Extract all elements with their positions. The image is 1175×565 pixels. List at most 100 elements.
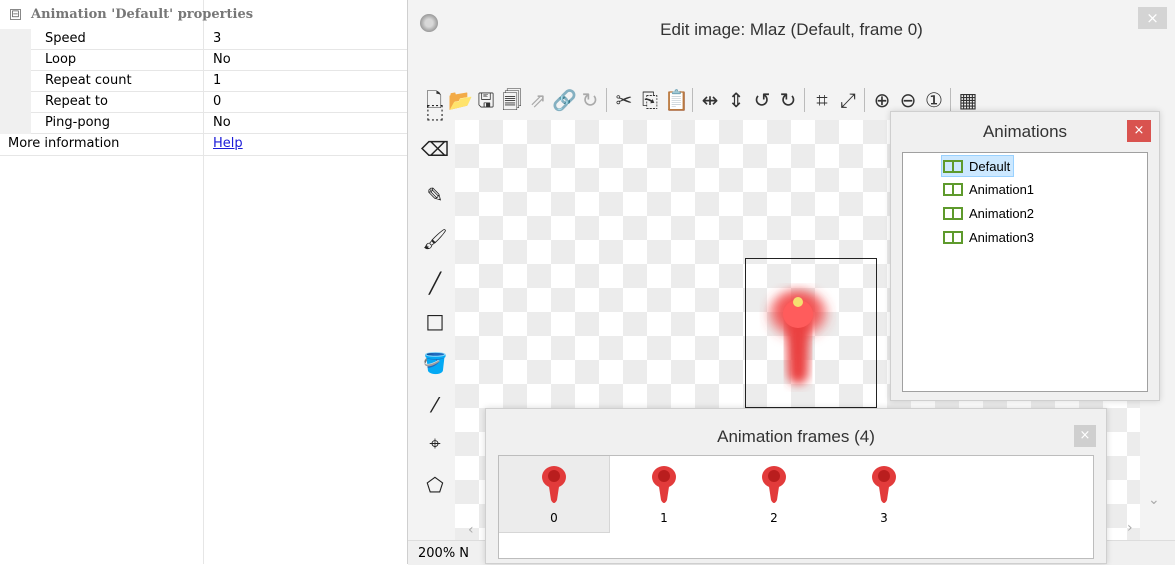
eraser-icon[interactable]: ⌫ <box>420 134 450 164</box>
crop-icon[interactable]: ⌗ <box>810 86 834 114</box>
rotate-right-icon[interactable]: ↻ <box>776 86 800 114</box>
property-key: Repeat to <box>45 94 108 109</box>
editor-titlebar[interactable]: Edit image: Mlaz (Default, frame 0) × <box>408 0 1175 46</box>
animation-label: Default <box>969 158 1011 174</box>
select-icon[interactable]: ⬚ <box>420 96 450 126</box>
row-gutter <box>0 29 31 50</box>
brush-icon[interactable]: 🖌 <box>420 224 450 254</box>
rotate-left-icon[interactable]: ↺ <box>750 86 774 114</box>
flip-horizontal-icon[interactable]: ⇹ <box>698 86 722 114</box>
toolbar-separator <box>864 88 865 112</box>
copy-icon[interactable]: ⎘ <box>638 86 662 114</box>
scroll-down-icon[interactable]: ⌄ <box>1148 492 1160 508</box>
property-value[interactable]: 3 <box>213 31 221 46</box>
toolbar-separator <box>606 88 607 112</box>
toolbar-separator <box>950 88 951 112</box>
zoom-in-icon[interactable]: ⊕ <box>870 86 894 114</box>
animation-icon <box>943 230 963 244</box>
editor-title: Edit image: Mlaz (Default, frame 0) <box>660 20 923 39</box>
animations-title: Animations <box>982 122 1068 141</box>
property-key: Repeat count <box>45 73 132 88</box>
frame-sprite <box>542 466 566 503</box>
flip-vertical-icon[interactable]: ⇕ <box>724 86 748 114</box>
property-value[interactable]: 1 <box>213 73 221 88</box>
animations-window: Animations × Default Animation1 Animatio… <box>890 111 1160 401</box>
property-row-repeat-to[interactable]: Repeat to 0 <box>0 92 407 113</box>
fill-icon[interactable]: 🪣 <box>420 348 450 378</box>
property-value[interactable]: No <box>213 115 231 130</box>
property-row-more-information: More information Help <box>0 134 407 156</box>
property-key: Ping-pong <box>45 115 111 130</box>
hotspot-icon[interactable]: ⌖ <box>420 428 450 458</box>
property-row-loop[interactable]: Loop No <box>0 50 407 71</box>
animation-frames-window: Animation frames (4) × 0 1 2 3 <box>485 408 1107 564</box>
property-row-speed[interactable]: Speed 3 <box>0 29 407 50</box>
animation-item-default[interactable]: Default <box>941 155 1015 177</box>
animations-close-button[interactable]: × <box>1127 120 1151 142</box>
frames-close-button[interactable]: × <box>1074 425 1096 447</box>
animations-list: Default Animation1 Animation2 Animation3 <box>902 152 1148 392</box>
save-as-icon[interactable]: 🗐 <box>500 86 524 114</box>
link-icon[interactable]: 🔗 <box>552 86 577 114</box>
help-link[interactable]: Help <box>213 136 243 151</box>
animation-icon <box>943 206 963 220</box>
zoom-reset-icon[interactable]: ① <box>922 86 946 114</box>
frame-sprite <box>872 466 896 503</box>
frame-thumbnail[interactable]: 1 <box>609 456 719 532</box>
animation-icon <box>943 182 963 196</box>
row-gutter <box>0 71 31 92</box>
export-icon[interactable]: ⇗ <box>526 86 550 114</box>
frames-title: Animation frames (4) <box>717 427 875 446</box>
properties-header[interactable]: ⊟ Animation 'Default' properties <box>0 0 407 29</box>
line-icon[interactable]: ╱ <box>420 268 450 298</box>
property-value[interactable]: 0 <box>213 94 221 109</box>
paste-icon[interactable]: 📋 <box>664 86 689 114</box>
toolbar-separator <box>804 88 805 112</box>
frame-sprite <box>652 466 676 503</box>
property-row-ping-pong[interactable]: Ping-pong No <box>0 113 407 134</box>
property-key: Loop <box>45 52 77 67</box>
animation-item-animation3[interactable]: Animation3 <box>943 227 1034 247</box>
grid-icon[interactable]: ▦ <box>956 86 980 114</box>
scroll-left-icon[interactable]: ‹ <box>468 522 474 538</box>
sprite-image <box>766 289 830 385</box>
refresh-icon[interactable]: ↻ <box>578 86 602 114</box>
save-icon[interactable]: 🖫 <box>474 86 498 114</box>
eyedropper-icon[interactable]: ⁄ <box>420 390 450 420</box>
frame-thumbnail[interactable]: 3 <box>829 456 939 532</box>
properties-title: Animation 'Default' properties <box>31 7 254 22</box>
properties-panel: ⊟ Animation 'Default' properties Speed 3… <box>0 0 408 564</box>
open-icon[interactable]: 📂 <box>448 86 473 114</box>
row-gutter <box>0 113 31 134</box>
editor-close-button[interactable]: × <box>1138 7 1167 29</box>
frame-thumbnail[interactable]: 2 <box>719 456 829 532</box>
animation-label: Animation3 <box>969 229 1035 245</box>
property-row-repeat-count[interactable]: Repeat count 1 <box>0 71 407 92</box>
animation-icon <box>943 159 963 173</box>
animation-item-animation2[interactable]: Animation2 <box>943 203 1034 223</box>
toolbar-separator <box>692 88 693 112</box>
property-key: Speed <box>45 31 86 46</box>
frame-number: 3 <box>880 511 888 525</box>
frame-sprite <box>762 466 786 503</box>
cut-icon[interactable]: ✂ <box>612 86 636 114</box>
pencil-icon[interactable]: ✎ <box>420 180 450 210</box>
frame-number: 0 <box>550 511 558 525</box>
property-value[interactable]: No <box>213 52 231 67</box>
row-gutter <box>0 92 31 113</box>
collapse-toggle-icon[interactable]: ⊟ <box>10 9 21 20</box>
action-point-icon[interactable]: ⬠ <box>420 470 450 500</box>
animation-label: Animation1 <box>969 181 1035 197</box>
row-gutter <box>0 50 31 71</box>
frame-thumbnail[interactable]: 0 <box>499 456 610 533</box>
frames-strip: 0 1 2 3 <box>498 455 1094 559</box>
animation-item-animation1[interactable]: Animation1 <box>943 179 1034 199</box>
resize-icon[interactable]: ⤢ <box>836 86 860 114</box>
property-key: More information <box>8 136 120 151</box>
frame-number: 1 <box>660 511 668 525</box>
scroll-right-icon[interactable]: › <box>1127 520 1133 536</box>
zoom-level: 200% N <box>418 546 470 561</box>
rectangle-icon[interactable]: □ <box>420 306 450 336</box>
zoom-out-icon[interactable]: ⊖ <box>896 86 920 114</box>
animation-label: Animation2 <box>969 205 1035 221</box>
